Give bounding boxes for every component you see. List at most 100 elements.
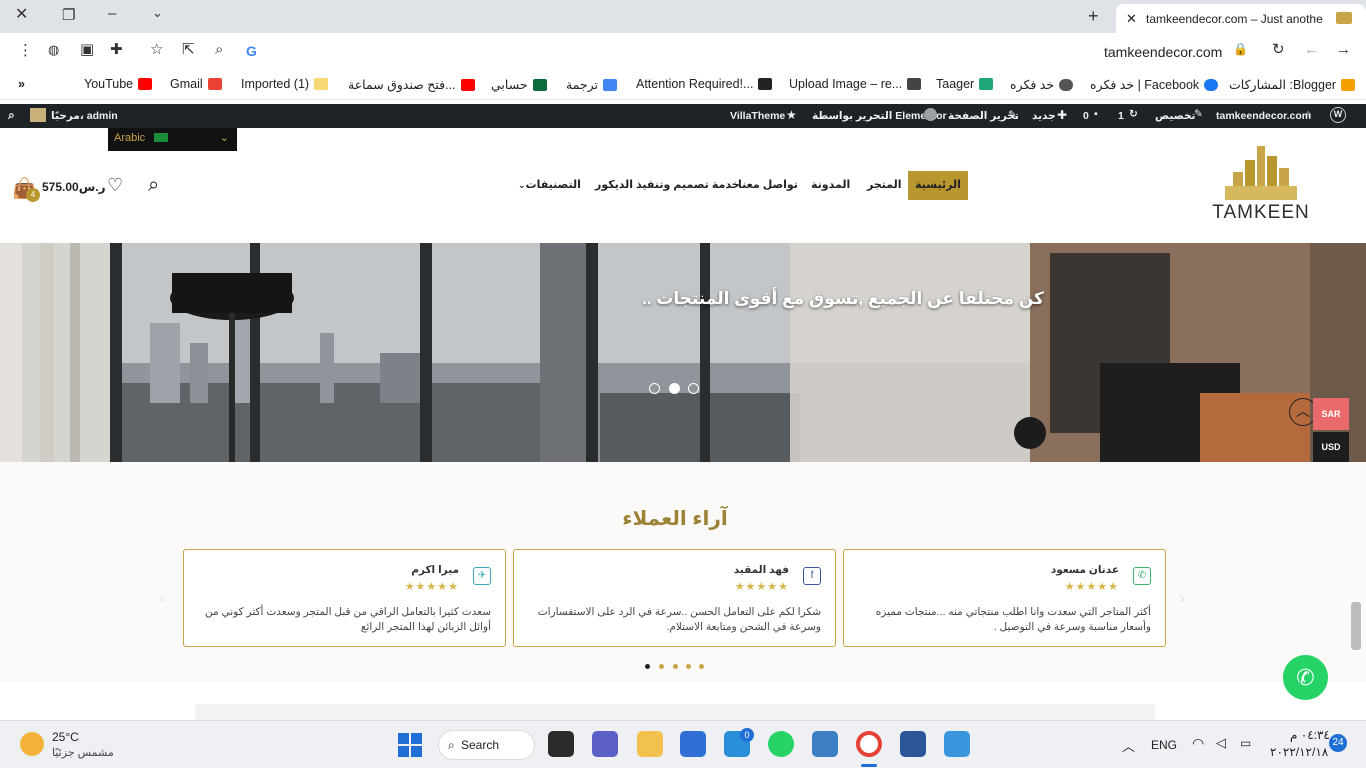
language-switcher[interactable]: Arabic ⌄: [108, 128, 237, 151]
dropdown-chevron-icon: ⌄: [219, 132, 229, 144]
bookmark-item[interactable]: ترجمة: [566, 77, 618, 92]
bookmark-item[interactable]: Imported (1): [241, 77, 329, 91]
rating-stars: ★★★★★: [404, 581, 459, 593]
new-tab-icon[interactable]: +: [1088, 7, 1099, 25]
cart-total[interactable]: 575.00ر.س: [42, 180, 106, 194]
whatsapp-taskbar-icon[interactable]: [768, 731, 794, 757]
battery-icon[interactable]: ▭: [1240, 736, 1251, 750]
nav-home[interactable]: الرئيسية: [908, 171, 968, 200]
address-bar-url[interactable]: tamkeendecor.com: [1104, 44, 1222, 60]
customize-link[interactable]: تخصيص: [1155, 110, 1195, 122]
windows-start-icon[interactable]: [398, 733, 422, 757]
nav-shop[interactable]: المتجر: [867, 178, 902, 191]
carousel-prev-icon[interactable]: ‹: [160, 590, 165, 606]
bookmarks-overflow-icon[interactable]: »: [18, 77, 25, 91]
browser-tab[interactable]: ✕ tamkeendecor.com – Just anothe: [1116, 4, 1366, 33]
menu-kebab-icon[interactable]: ⋮: [18, 43, 33, 58]
slider-dot[interactable]: [649, 383, 660, 394]
tray-overflow-icon[interactable]: ︿: [1122, 736, 1135, 755]
carousel-next-icon[interactable]: ›: [1180, 590, 1185, 606]
admin-avatar[interactable]: [30, 108, 46, 122]
elementor-icon: [924, 108, 937, 121]
next-section-banner: [0, 682, 1366, 720]
bookmark-item[interactable]: خد فكره: [1010, 77, 1074, 92]
search-icon[interactable]: ⌕: [148, 174, 159, 197]
back-icon[interactable]: →: [1336, 42, 1351, 57]
villatheme-link[interactable]: VillaTheme: [730, 110, 785, 122]
lock-icon[interactable]: 🔒: [1233, 43, 1248, 55]
restore-window-icon[interactable]: ❐: [62, 8, 75, 23]
currency-sar-button[interactable]: SAR: [1313, 398, 1349, 430]
bookmark-item[interactable]: فتح صندوق سماعة...: [348, 77, 475, 92]
bookmark-item[interactable]: YouTube: [84, 77, 153, 91]
nav-contact[interactable]: تواصل معنا: [738, 178, 798, 191]
carousel-dot[interactable]: [699, 664, 704, 669]
extensions-puzzle-icon[interactable]: ✚: [110, 42, 123, 57]
admin-greeting[interactable]: مرحبًا، admin: [51, 110, 118, 122]
currency-usd-button[interactable]: USD: [1313, 432, 1349, 462]
carousel-dot[interactable]: [686, 664, 691, 669]
updates-count[interactable]: 1: [1118, 110, 1124, 122]
weather-temp[interactable]: 25°C: [52, 730, 79, 744]
site-favicon-icon: [1336, 12, 1352, 24]
bookmark-item[interactable]: Upload Image – re...: [789, 77, 922, 91]
carousel-dot[interactable]: [659, 664, 664, 669]
chrome-taskbar-icon[interactable]: [856, 731, 882, 757]
new-content-link[interactable]: جديد: [1032, 110, 1056, 122]
notification-count-badge[interactable]: 24: [1329, 734, 1347, 752]
admin-search-icon[interactable]: ⌕: [8, 108, 15, 123]
wishlist-heart-icon[interactable]: ♡: [107, 175, 123, 196]
weather-status[interactable]: مشمس جزئيًا: [52, 746, 114, 759]
photos-icon[interactable]: [812, 731, 838, 757]
weather-sun-icon[interactable]: [20, 732, 44, 756]
site-logo[interactable]: TAMKEEN: [1205, 142, 1317, 223]
clock-date[interactable]: ٢٠٢٢/١٢/١٨: [1270, 745, 1328, 759]
wifi-icon[interactable]: ◠: [1192, 735, 1204, 752]
bookmark-item[interactable]: المشاركات :Blogger: [1229, 77, 1356, 92]
input-language[interactable]: ENG: [1151, 738, 1177, 752]
bookmark-item[interactable]: Attention Required!...: [636, 77, 773, 91]
volume-icon[interactable]: ◁: [1216, 735, 1226, 751]
extension-icon[interactable]: ◍: [48, 43, 59, 56]
word-icon[interactable]: [900, 731, 926, 757]
nav-design-service[interactable]: خدمة تصميم وتنفيذ الديكور: [595, 178, 740, 191]
clock-time[interactable]: ٠٤:٣٤ م: [1290, 728, 1330, 742]
bookmark-item[interactable]: حسابي: [491, 77, 547, 92]
updates-icon: ↻: [1129, 108, 1138, 120]
nav-blog[interactable]: المدونة: [811, 178, 850, 191]
bookmark-star-icon[interactable]: ☆: [150, 42, 163, 57]
nav-categories[interactable]: ⌄التصنيفات: [518, 178, 581, 191]
forward-icon[interactable]: ←: [1304, 42, 1319, 57]
slider-dot[interactable]: [688, 383, 699, 394]
close-tab-icon[interactable]: ✕: [1126, 11, 1137, 27]
facebook-icon: f: [803, 567, 821, 585]
site-name-link[interactable]: tamkeendecor.com: [1216, 110, 1311, 122]
close-window-icon[interactable]: ✕: [15, 7, 28, 23]
page-scrollbar-thumb[interactable]: [1351, 602, 1361, 650]
review-card: ✆ عدنان مسعود ★★★★★ أكثر المتاجر التي سع…: [843, 549, 1166, 647]
home-icon: ⌂: [1305, 108, 1312, 120]
notepad-icon[interactable]: [944, 731, 970, 757]
slider-dot-active[interactable]: [669, 383, 680, 394]
carousel-dot-active[interactable]: [645, 664, 650, 669]
teams-chat-icon[interactable]: [592, 731, 618, 757]
comments-count[interactable]: 0: [1083, 110, 1089, 122]
taskbar-search[interactable]: ⌕ Search: [438, 730, 535, 760]
review-text: سعدت كثيرا بالتعامل الراقي من قبل المتجر…: [204, 606, 491, 633]
zoom-icon[interactable]: ⌕: [215, 42, 223, 57]
task-view-icon[interactable]: [548, 731, 574, 757]
bookmark-item[interactable]: Gmail: [170, 77, 222, 91]
partner-banner-strip: [195, 704, 1155, 720]
sidebar-icon[interactable]: ▣: [80, 42, 94, 57]
tab-search-chevron-icon[interactable]: ⌄: [152, 6, 163, 19]
file-explorer-icon[interactable]: [637, 731, 663, 757]
bookmark-item[interactable]: خد فكره | Facebook: [1090, 77, 1219, 92]
minimize-window-icon[interactable]: –: [108, 6, 116, 21]
reload-icon[interactable]: ↻: [1272, 42, 1285, 57]
bookmark-item[interactable]: Taager: [936, 77, 994, 91]
carousel-dot[interactable]: [673, 664, 678, 669]
share-icon[interactable]: ⇱: [182, 42, 195, 57]
whatsapp-float-button[interactable]: ✆: [1283, 655, 1328, 700]
microsoft-store-icon[interactable]: [680, 731, 706, 757]
wordpress-logo-icon[interactable]: W: [1330, 107, 1346, 123]
